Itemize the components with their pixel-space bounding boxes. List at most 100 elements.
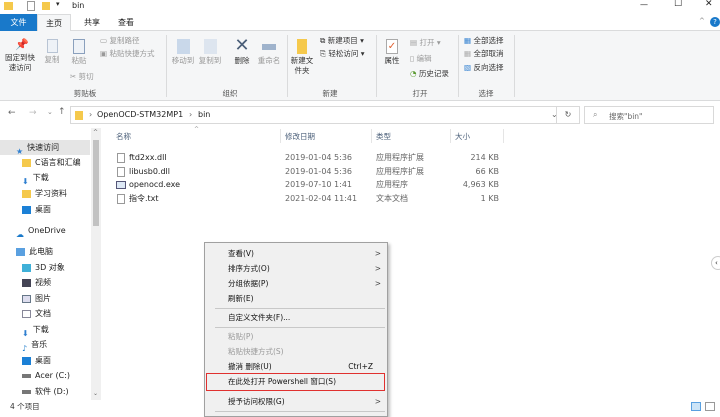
column-divider [503, 129, 504, 143]
file-row[interactable]: openocd.exe 2019-07-10 1:41 应用程序 4,963 K… [114, 178, 504, 191]
column-divider [371, 129, 372, 143]
submenu-arrow-icon: > [374, 264, 381, 273]
expand-pane-button[interactable]: ‹ [711, 256, 720, 270]
history-button[interactable]: ◔ 历史记录 [410, 69, 449, 79]
menu-item-paste-shortcut[interactable]: 粘贴快捷方式(S) [205, 344, 387, 359]
tab-home[interactable]: 主页 [37, 14, 71, 32]
file-row[interactable]: libusb0.dll 2019-01-04 5:36 应用程序扩展 66 KB [114, 165, 504, 178]
move-to-button[interactable]: 移动到 [170, 39, 196, 66]
cube-icon [22, 263, 31, 272]
title-bar: ▾ bin — ☐ ✕ [0, 0, 720, 14]
sidebar-item-onedrive[interactable]: ☁ OneDrive [0, 223, 90, 239]
sidebar-item-drive-d[interactable]: 软件 (D:) [0, 384, 90, 399]
edit-button[interactable]: ▯ 编辑 [410, 54, 432, 64]
copy-path-button[interactable]: ▭ 复制路径 [100, 36, 139, 46]
menu-item-view[interactable]: 查看(V) > [205, 246, 387, 261]
column-header-name[interactable]: 名称 [116, 131, 131, 142]
sidebar-item-downloads[interactable]: ⬇ 下载 [0, 170, 90, 186]
submenu-arrow-icon: > [374, 279, 381, 288]
sidebar-item-desktop-pc[interactable]: 桌面 [0, 353, 90, 368]
sidebar-item-this-pc[interactable]: 此电脑 [0, 244, 90, 259]
new-folder-button[interactable]: 新建文件夹 [290, 39, 314, 76]
collapse-ribbon-icon[interactable]: ^ [699, 17, 705, 25]
download-icon: ⬇ [22, 176, 29, 186]
column-header-type[interactable]: 类型 [376, 131, 391, 142]
new-item-button[interactable]: ⧉ 新建项目 ▾ [320, 36, 364, 46]
delete-button[interactable]: ✕ 删除 [230, 37, 254, 66]
sidebar-item-3d-objects[interactable]: 3D 对象 [0, 260, 90, 275]
paste-button[interactable]: 粘贴 [68, 39, 90, 66]
sidebar-item-documents[interactable]: 文档 [0, 306, 90, 321]
history-icon: ◔ [410, 69, 417, 78]
rename-button[interactable]: 重命名 [256, 39, 282, 66]
sidebar-item-quick-access[interactable]: ★ 快速访问 [0, 140, 90, 156]
forward-button[interactable]: → [29, 108, 37, 118]
up-button[interactable]: ↑ [58, 107, 66, 117]
cut-button[interactable]: ✂ 剪切 [70, 72, 94, 82]
scroll-up-icon[interactable]: ^ [93, 129, 98, 136]
scroll-thumb[interactable] [93, 140, 99, 226]
menu-item-sort-by[interactable]: 排序方式(O) > [205, 261, 387, 276]
properties-quick-icon[interactable] [27, 1, 35, 11]
address-bar[interactable]: › OpenOCD-STM32MP1 › bin ⌄ [70, 106, 578, 124]
star-icon: ★ [16, 146, 24, 156]
sidebar-item-c-language[interactable]: C语言和汇编 [0, 155, 90, 170]
file-row[interactable]: 指令.txt 2021-02-04 11:41 文本文档 1 KB [114, 192, 504, 205]
pin-quick-access-button[interactable]: 📌 固定到快速访问 [5, 39, 35, 73]
tab-file[interactable]: 文件 [0, 14, 37, 31]
quick-access-dropdown-icon[interactable]: ▾ [56, 0, 60, 8]
paste-shortcut-button[interactable]: ▣ 粘贴快捷方式 [100, 49, 154, 59]
sidebar-item-study[interactable]: 学习资料 [0, 186, 90, 201]
breadcrumb-item[interactable]: OpenOCD-STM32MP1 [97, 110, 183, 119]
recent-locations-icon[interactable]: ⌄ [47, 108, 53, 116]
tab-share[interactable]: 共享 [74, 14, 110, 31]
new-folder-quick-icon[interactable] [42, 2, 50, 10]
easy-access-button[interactable]: ⎘ 轻松访问 ▾ [320, 49, 365, 59]
close-button[interactable]: ✕ [705, 0, 713, 9]
column-divider [450, 129, 451, 143]
details-view-button[interactable] [691, 402, 701, 411]
copy-icon [46, 39, 58, 53]
sidebar-item-videos[interactable]: 视频 [0, 275, 90, 290]
open-button[interactable]: ▤ 打开 ▾ [410, 38, 441, 48]
divider [458, 35, 459, 97]
context-menu: 查看(V) > 排序方式(O) > 分组依据(P) > 刷新(E) 自定义文件夹(F)… [204, 242, 388, 417]
menu-separator [215, 308, 385, 309]
select-all-button[interactable]: ▦ 全部选择 [464, 36, 503, 46]
dll-file-icon [117, 153, 125, 163]
breadcrumb-separator: › [89, 110, 93, 119]
menu-item-group-by[interactable]: 分组依据(P) > [205, 276, 387, 291]
menu-item-paste[interactable]: 粘贴(P) [205, 329, 387, 344]
paste-icon [73, 39, 85, 54]
menu-item-refresh[interactable]: 刷新(E) [205, 291, 387, 306]
menu-item-customize-folder[interactable]: 自定义文件夹(F)... [205, 310, 387, 325]
sidebar-scrollbar[interactable]: ^ ⌄ [91, 128, 101, 400]
scroll-down-icon[interactable]: ⌄ [93, 390, 98, 397]
column-header-size[interactable]: 大小 [455, 131, 470, 142]
menu-item-undo-delete[interactable]: 撤消 删除(U) Ctrl+Z [205, 359, 387, 374]
select-none-button[interactable]: ▦ 全部取消 [464, 49, 503, 59]
copy-to-button[interactable]: 复制到 [197, 39, 223, 66]
search-input[interactable]: 搜索"bin" [609, 111, 643, 122]
invert-selection-button[interactable]: ▧ 反向选择 [464, 63, 503, 73]
sidebar-item-drive-c[interactable]: Acer (C:) [0, 368, 90, 383]
item-count: 4 个项目 [10, 402, 40, 411]
file-row[interactable]: ftd2xx.dll 2019-01-04 5:36 应用程序扩展 214 KB [114, 151, 504, 164]
tab-view[interactable]: 查看 [108, 14, 144, 31]
help-icon[interactable]: ? [710, 17, 720, 27]
refresh-button[interactable]: ↻ [556, 106, 580, 124]
sidebar-item-music[interactable]: ♪ 音乐 [0, 337, 90, 353]
back-button[interactable]: ← [8, 108, 16, 118]
breadcrumb-item[interactable]: bin [198, 110, 210, 119]
search-box[interactable]: ⌕ 搜索"bin" [584, 106, 714, 124]
sidebar-item-desktop[interactable]: 桌面 [0, 202, 90, 217]
drive-icon [22, 389, 31, 394]
properties-button[interactable]: ✓ 属性 [381, 39, 403, 66]
column-header-date[interactable]: 修改日期 [285, 131, 315, 142]
copy-button[interactable]: 复制 [42, 39, 62, 65]
large-icons-view-button[interactable] [705, 402, 715, 411]
sidebar-item-downloads-pc[interactable]: ⬇ 下载 [0, 322, 90, 338]
maximize-button[interactable]: ☐ [674, 0, 682, 9]
sidebar-item-pictures[interactable]: 图片 [0, 291, 90, 306]
minimize-button[interactable]: — [640, 0, 648, 9]
